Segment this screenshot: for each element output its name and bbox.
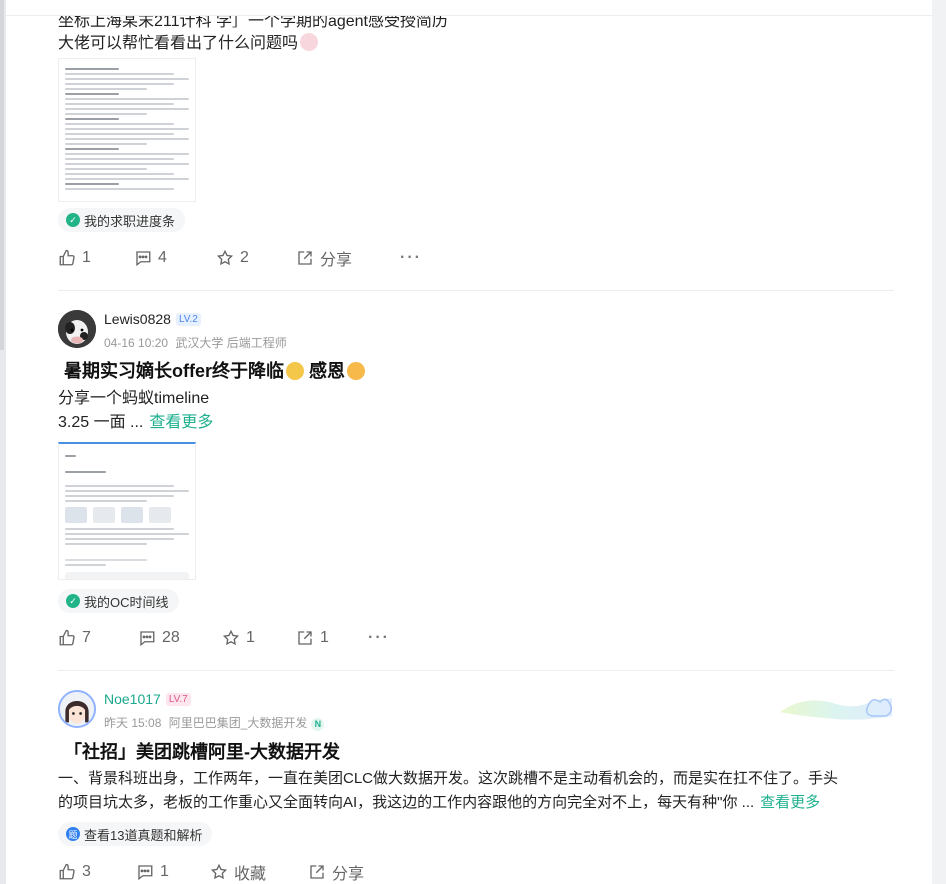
feed-card: 坐标上海某末211计科 学］一个学期的agent感受授简历 大佬可以帮忙看看出了… <box>6 0 932 884</box>
crying-emoji-icon <box>286 362 304 380</box>
star-icon <box>216 249 234 266</box>
level-badge: LV.7 <box>165 692 191 706</box>
post2-meta: 04-16 10:20 武汉大学 后端工程师 <box>104 334 287 351</box>
post2-favorite-count: 1 <box>246 629 255 646</box>
post3-body-line2: 的项目坑太多，老板的工作重心又全面转向AI，我这边的工作内容跟他的方向完全对不上… <box>58 794 755 811</box>
post1-share-button[interactable]: 分享 <box>296 246 376 270</box>
post1-favorite-button[interactable]: 2 <box>216 249 272 267</box>
new-badge: N <box>311 718 325 731</box>
divider <box>58 290 894 291</box>
decorative-cloud-banner-icon <box>780 698 893 720</box>
star-icon <box>210 863 228 880</box>
post2-favorite-button[interactable]: 1 <box>222 629 272 647</box>
cow-emoji-icon <box>300 33 319 51</box>
post3-meta: 昨天 15:08 阿里巴巴集团_大数据开发 N <box>104 714 325 731</box>
post3-body-line1: 一、背景科班出身，工作两年，一直在美团CLC做大数据开发。这次跳槽不是主动看机会… <box>58 770 839 787</box>
post2-more-button[interactable]: ··· <box>368 629 390 647</box>
thumbs-up-icon <box>59 249 75 266</box>
post3-see-more-link[interactable]: 查看更多 <box>760 794 820 811</box>
comment-icon <box>140 631 155 647</box>
cow-avatar-icon <box>58 310 96 348</box>
post1-more-button[interactable]: ··· <box>400 249 422 267</box>
post2-tag[interactable]: ✓ 我的OC时间线 <box>58 589 179 613</box>
more-icon: ··· <box>368 629 390 646</box>
level-badge: LV.2 <box>175 312 201 326</box>
post1-comment-button[interactable]: 4 <box>134 249 192 267</box>
avatar[interactable] <box>58 310 96 348</box>
thumbs-up-icon <box>59 629 75 646</box>
post3-favorite-label: 收藏 <box>234 866 267 883</box>
right-gutter <box>932 0 946 884</box>
post2-share-button[interactable]: 1 <box>296 629 344 647</box>
share-icon <box>298 631 312 645</box>
post3-body-line2-row: 的项目坑太多，老板的工作重心又全面转向AI，我这边的工作内容跟他的方向完全对不上… <box>58 791 894 815</box>
post2-time: 04-16 10:20 <box>104 336 169 350</box>
post3-like-button[interactable]: 3 <box>58 863 112 881</box>
post2-body-line1: 分享一个蚂蚁timeline <box>58 390 210 407</box>
post1-body-line2-text: 大佬可以帮忙看看出了什么问题吗 <box>58 35 299 52</box>
post1-tag[interactable]: ✓ 我的求职进度条 <box>58 208 186 232</box>
post2-timeline-thumbnail[interactable] <box>58 442 196 580</box>
avatar[interactable] <box>58 690 96 728</box>
tag-badge-icon: ✓ <box>66 213 80 227</box>
post3-comment-button[interactable]: 1 <box>136 863 186 881</box>
post2-like-count: 7 <box>82 629 91 646</box>
post1-resume-thumbnail[interactable] <box>58 58 196 202</box>
post2-title-suffix: 感恩 <box>309 361 346 381</box>
post2-actions: 7 28 1 1 ··· <box>58 626 414 650</box>
post1-actions: 1 4 2 分享 ··· <box>58 246 446 270</box>
post2-share-count: 1 <box>320 629 329 646</box>
post2-comment-button[interactable]: 28 <box>138 629 198 647</box>
post1-comment-count: 4 <box>158 249 167 266</box>
post1-like-count: 1 <box>82 249 91 266</box>
post2-body-line2: 3.25 一面 ... <box>58 414 144 431</box>
post1-share-label: 分享 <box>320 252 353 269</box>
heart-eyes-emoji-icon <box>347 362 366 380</box>
post2-body-line2-row: 3.25 一面 ... 查看更多 <box>58 411 894 435</box>
left-scroll-strip-dark <box>0 0 4 350</box>
post3-company-role: 阿里巴巴集团_大数据开发 <box>168 716 308 730</box>
more-icon: ··· <box>400 249 422 266</box>
post3-tag[interactable]: 题 查看13道真题和解析 <box>58 822 213 846</box>
post1-body-line2: 大佬可以帮忙看看出了什么问题吗 <box>58 32 894 56</box>
post3-share-button[interactable]: 分享 <box>308 860 388 884</box>
post2-tag-label: 我的OC时间线 <box>84 594 169 610</box>
post2-title-text: 暑期实习嫡长offer终于降临 <box>64 361 284 381</box>
post3-username[interactable]: Noe1017 <box>104 691 161 707</box>
post1-tag-label: 我的求职进度条 <box>84 213 176 229</box>
top-bar <box>6 0 932 16</box>
post2-like-button[interactable]: 7 <box>58 629 114 647</box>
post2-comment-count: 28 <box>162 629 180 646</box>
post2-username-row: Lewis0828 LV.2 <box>104 311 201 327</box>
share-icon <box>298 251 312 265</box>
post1-favorite-count: 2 <box>240 249 249 266</box>
post3-tag-label: 查看13道真题和解析 <box>84 827 203 843</box>
post3-favorite-button[interactable]: 收藏 <box>210 860 284 884</box>
post3-actions: 3 1 收藏 分享 <box>58 860 412 884</box>
post1-like-button[interactable]: 1 <box>58 249 110 267</box>
post2-username[interactable]: Lewis0828 <box>104 311 171 327</box>
thumbs-up-icon <box>59 863 75 880</box>
tag-badge-icon: ✓ <box>66 594 80 608</box>
comment-icon <box>138 865 153 881</box>
post3-like-count: 3 <box>82 863 91 880</box>
post3-share-label: 分享 <box>332 866 365 883</box>
anime-girl-avatar-icon <box>60 692 94 726</box>
post3-title[interactable]: 「社招」美团跳槽阿里-大数据开发 <box>64 738 340 764</box>
post3-time: 昨天 15:08 <box>104 716 162 730</box>
post2-see-more-link[interactable]: 查看更多 <box>149 414 213 431</box>
share-icon <box>310 865 324 879</box>
post2-title[interactable]: 暑期实习嫡长offer终于降临 感恩 <box>64 357 366 383</box>
post2-school-role: 武汉大学 后端工程师 <box>175 336 287 350</box>
post3-comment-count: 1 <box>160 863 169 880</box>
star-icon <box>222 629 240 646</box>
divider <box>58 670 894 671</box>
question-bank-icon: 题 <box>66 827 80 841</box>
comment-icon <box>136 251 151 267</box>
post3-username-row: Noe1017 LV.7 <box>104 691 191 707</box>
